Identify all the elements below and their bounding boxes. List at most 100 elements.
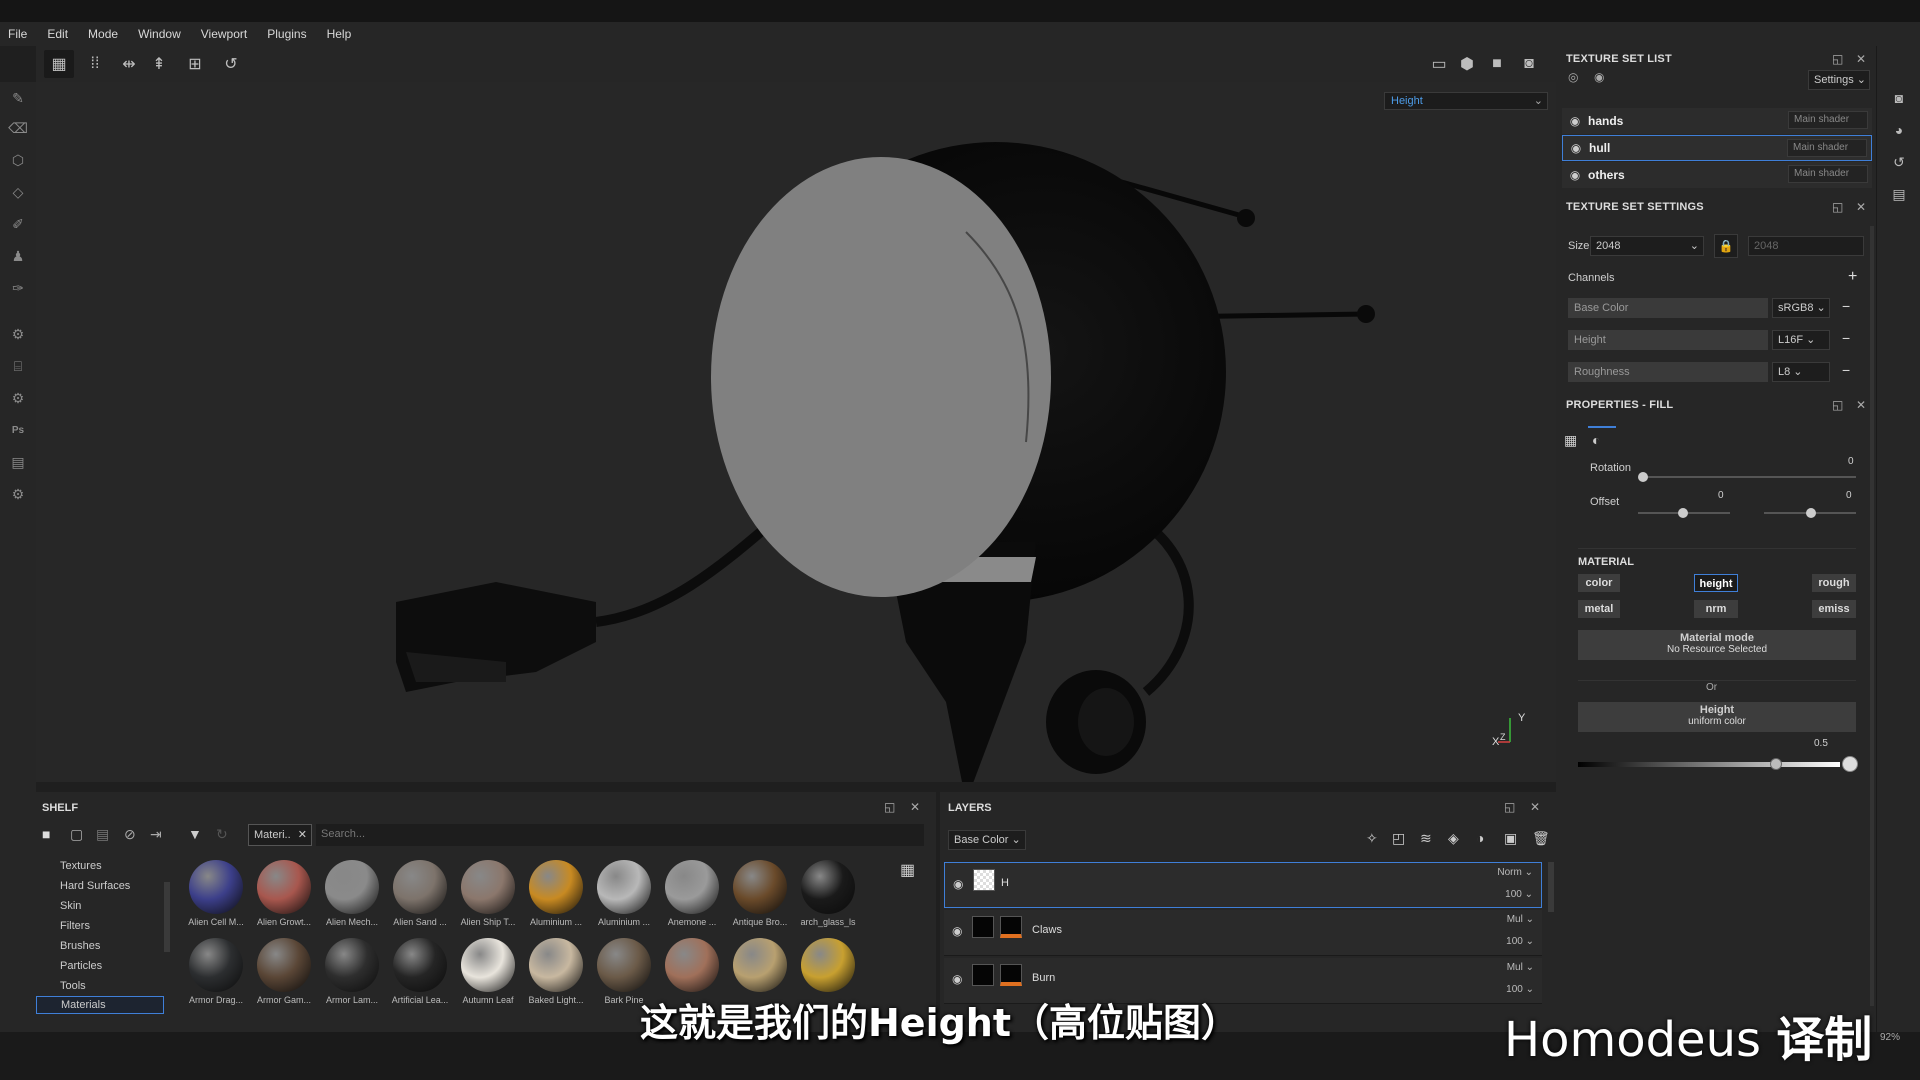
opacity-select[interactable]: 100 ⌄: [1506, 936, 1534, 947]
eye-icon[interactable]: ◉: [953, 877, 963, 891]
new-folder-icon[interactable]: ▢: [70, 826, 83, 843]
picker-icon[interactable]: ✑: [6, 276, 30, 300]
layer-row[interactable]: ◉ H Norm ⌄ 100 ⌄: [944, 862, 1542, 908]
eye-icon[interactable]: ◉: [1562, 114, 1588, 128]
delete-icon[interactable]: 🗑: [1532, 830, 1550, 847]
material-color-toggle[interactable]: color: [1578, 574, 1620, 592]
remove-channel-button[interactable]: −: [1842, 298, 1850, 314]
hide-icon[interactable]: ⊘: [124, 826, 136, 843]
material-thumbnail[interactable]: Aluminium ...: [524, 860, 588, 927]
material-thumbnail[interactable]: [728, 938, 792, 995]
settings-small-icon[interactable]: ⚙: [6, 386, 30, 410]
material-thumbnail[interactable]: Alien Cell M...: [184, 860, 248, 927]
material-thumbnail[interactable]: [660, 938, 724, 995]
texture-set-hands[interactable]: ◉ hands Main shader: [1562, 108, 1872, 134]
mirror-x-icon[interactable]: ⇹: [114, 50, 144, 78]
mirror-y-icon[interactable]: ⇞: [144, 50, 174, 78]
add-smart-material-icon[interactable]: ◑: [1476, 830, 1484, 846]
shelf-category[interactable]: Hard Surfaces: [60, 880, 130, 892]
refresh-icon[interactable]: ↻: [216, 826, 228, 843]
color-picker-icon[interactable]: [1842, 756, 1858, 772]
offset-x-handle[interactable]: [1678, 508, 1688, 518]
blend-mode-select[interactable]: Mul ⌄: [1507, 914, 1534, 925]
channel-format-select[interactable]: L8 ⌄: [1772, 362, 1830, 382]
shelf-search-input[interactable]: Search...: [316, 824, 924, 846]
material-thumbnail[interactable]: Alien Mech...: [320, 860, 384, 927]
layer-channel-select[interactable]: Base Color ⌄: [948, 830, 1026, 850]
shelf-category[interactable]: Skin: [60, 900, 81, 912]
material-thumbnail[interactable]: Baked Light...: [524, 938, 588, 1005]
log-icon[interactable]: ▤: [1887, 182, 1911, 206]
camera-icon[interactable]: ■: [1482, 50, 1512, 78]
history-icon[interactable]: ↺: [216, 50, 246, 78]
filter-tag[interactable]: Materi.. ✕: [248, 824, 312, 846]
material-thumbnail[interactable]: Anemone ...: [660, 860, 724, 927]
3d-view-icon[interactable]: ⬢: [1452, 50, 1482, 78]
shelf-category[interactable]: Textures: [60, 860, 102, 872]
offset-y-handle[interactable]: [1806, 508, 1816, 518]
remove-filter-icon[interactable]: ✕: [298, 825, 307, 845]
float-icon[interactable]: ◱: [1504, 800, 1515, 814]
show-all-icon[interactable]: ◉: [1594, 70, 1604, 84]
material-thumbnail[interactable]: Alien Growt...: [252, 860, 316, 927]
close-icon[interactable]: ✕: [910, 800, 920, 814]
float-icon[interactable]: ◱: [1832, 392, 1844, 418]
opacity-select[interactable]: 100 ⌄: [1505, 889, 1533, 900]
close-icon[interactable]: ✕: [1856, 392, 1866, 418]
export-icon[interactable]: ⇥: [150, 826, 162, 843]
height-uniform-slot[interactable]: Height uniform color: [1578, 702, 1856, 732]
menu-file[interactable]: File: [8, 27, 27, 41]
dots-grid-icon[interactable]: ⁞⁞: [80, 50, 110, 78]
material-thumbnail[interactable]: arch_glass_ls: [796, 860, 860, 927]
shader-select[interactable]: Main shader: [1787, 139, 1867, 157]
material-thumbnail[interactable]: Artificial Lea...: [388, 938, 452, 1005]
gear-icon[interactable]: ⚙: [6, 482, 30, 506]
grid-view-icon[interactable]: ▦: [900, 860, 915, 880]
material-tab-icon[interactable]: ◐: [1592, 432, 1600, 448]
2d-view-icon[interactable]: ▭: [1424, 50, 1454, 78]
remove-channel-button[interactable]: −: [1842, 362, 1850, 378]
document-icon[interactable]: ▤: [6, 450, 30, 474]
material-thumbnail[interactable]: Armor Lam...: [320, 938, 384, 1005]
filter-icon[interactable]: ▼: [188, 826, 202, 842]
display-settings-icon[interactable]: ◙: [1887, 86, 1911, 110]
channel-roughness[interactable]: Roughness: [1568, 362, 1768, 382]
material-mode-slot[interactable]: Material mode No Resource Selected: [1578, 630, 1856, 660]
material-thumbnail[interactable]: Armor Drag...: [184, 938, 248, 1005]
material-height-toggle[interactable]: height: [1694, 574, 1738, 592]
close-icon[interactable]: ✕: [1530, 800, 1540, 814]
material-thumbnail[interactable]: Aluminium ...: [592, 860, 656, 927]
material-thumbnail[interactable]: Alien Ship T...: [456, 860, 520, 927]
menu-help[interactable]: Help: [327, 27, 352, 41]
shader-select[interactable]: Main shader: [1788, 165, 1868, 183]
shelf-category[interactable]: Tools: [60, 980, 86, 992]
fill-tab-icon[interactable]: ▦: [1564, 432, 1577, 449]
blend-mode-select[interactable]: Mul ⌄: [1507, 962, 1534, 973]
3d-viewport[interactable]: Height ⌄ Y X Z: [36, 82, 1556, 782]
eye-icon[interactable]: ◉: [1563, 141, 1589, 155]
channel-format-select[interactable]: L16F ⌄: [1772, 330, 1830, 350]
polygon-fill-icon[interactable]: ◇: [6, 180, 30, 204]
import-icon[interactable]: ▤: [96, 826, 109, 843]
float-icon[interactable]: ◱: [884, 800, 895, 814]
texture-set-others[interactable]: ◉ others Main shader: [1562, 162, 1872, 188]
eraser-icon[interactable]: ⌫: [6, 116, 30, 140]
float-icon[interactable]: ◱: [1832, 194, 1844, 220]
material-nrm-toggle[interactable]: nrm: [1694, 600, 1738, 618]
add-frame-icon[interactable]: ⊞: [180, 50, 210, 78]
smudge-icon[interactable]: ✐: [6, 212, 30, 236]
remove-channel-button[interactable]: −: [1842, 330, 1850, 346]
channel-format-select[interactable]: sRGB8 ⌄: [1772, 298, 1830, 318]
eye-icon[interactable]: ◉: [952, 972, 962, 986]
clone-icon[interactable]: ♟: [6, 244, 30, 268]
brush-icon[interactable]: ✎: [6, 86, 30, 110]
menu-plugins[interactable]: Plugins: [267, 27, 306, 41]
export-icon[interactable]: ⌸: [6, 354, 30, 378]
material-thumbnail[interactable]: Autumn Leaf: [456, 938, 520, 1005]
add-channel-button[interactable]: +: [1848, 268, 1857, 286]
add-fill-layer-icon[interactable]: ◈: [1448, 830, 1459, 847]
material-rough-toggle[interactable]: rough: [1812, 574, 1856, 592]
menu-viewport[interactable]: Viewport: [201, 27, 247, 41]
layers-scrollbar[interactable]: [1548, 862, 1554, 912]
shelf-category[interactable]: Brushes: [60, 940, 100, 952]
